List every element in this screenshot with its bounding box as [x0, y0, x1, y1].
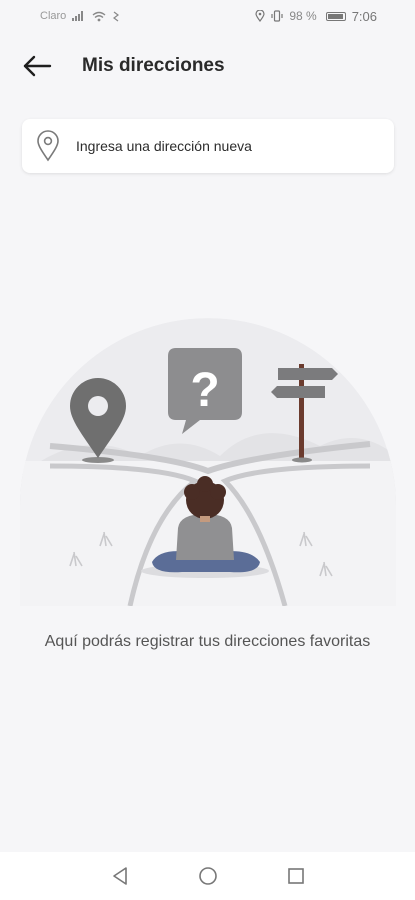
vibrate-mode-icon [271, 10, 283, 22]
carrier-label: Claro [40, 10, 67, 22]
vibrate-icon [113, 11, 120, 21]
arrow-left-icon [23, 55, 52, 77]
empty-state-message: Aquí podrás registrar tus direcciones fa… [44, 633, 371, 650]
battery-icon [325, 11, 346, 21]
battery-percent: 98 % [289, 9, 317, 23]
crossroads-question-illustration: ? [20, 318, 396, 606]
nav-recents-button[interactable] [282, 862, 310, 890]
status-right: 98 % 7:06 [255, 9, 377, 24]
nav-home-button[interactable] [194, 862, 222, 890]
new-address-input[interactable]: Ingresa una dirección nueva [22, 119, 394, 173]
page-title: Mis direcciones [82, 55, 225, 76]
location-icon [255, 10, 265, 22]
svg-text:?: ? [190, 364, 219, 417]
back-triangle-icon [112, 867, 127, 885]
clock: 7:06 [351, 8, 377, 24]
status-left: Claro [40, 10, 120, 22]
wifi-icon [92, 11, 106, 21]
back-button[interactable] [22, 40, 82, 92]
screen: Claro 98 % 7:06 Mis direcciones Ingresa … [0, 0, 415, 900]
signal-icon [72, 11, 84, 21]
home-circle-icon [198, 867, 217, 885]
location-pin-icon [34, 130, 62, 162]
new-address-placeholder: Ingresa una dirección nueva [76, 138, 252, 154]
recents-square-icon [287, 868, 304, 884]
status-bar: Claro 98 % 7:06 [0, 0, 415, 32]
header: Mis direcciones [0, 40, 415, 92]
nav-back-button[interactable] [106, 862, 134, 890]
system-nav-bar [0, 852, 415, 900]
